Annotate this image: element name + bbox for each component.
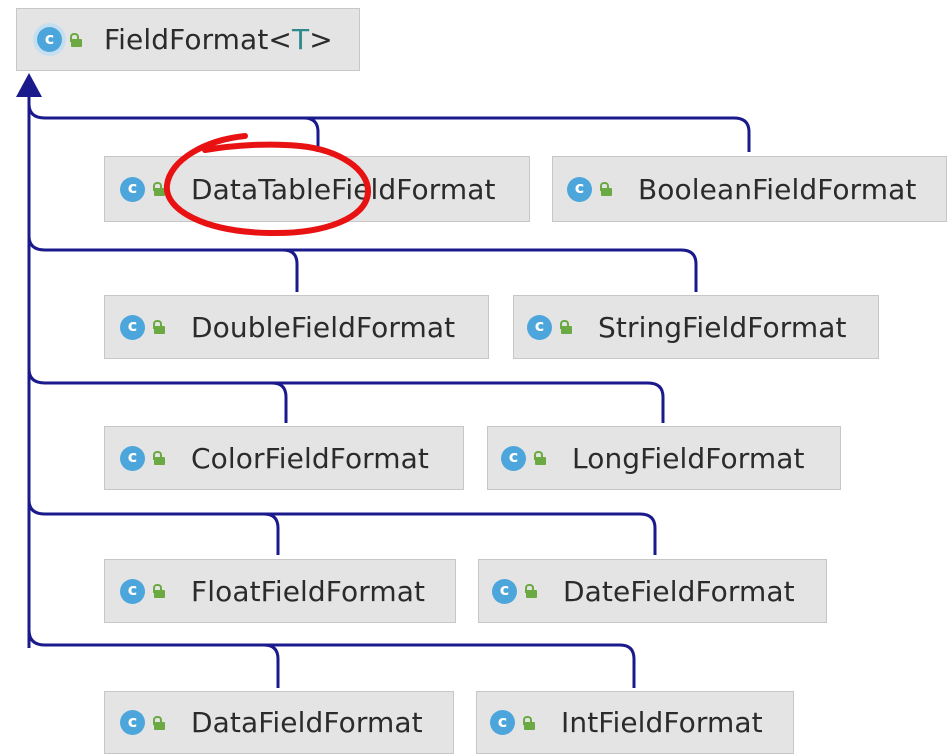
class-label: LongFieldFormat [572,441,805,475]
public-lock-icon [534,451,546,465]
class-node-floatfieldformat[interactable]: FloatFieldFormat [104,559,456,623]
class-label: DataFieldFormat [191,706,423,739]
public-lock-icon [153,715,165,730]
class-icon [501,445,526,471]
class-label: IntFieldFormat [561,706,763,739]
class-node-colorfieldformat[interactable]: ColorFieldFormat [104,426,464,490]
edge-int [262,643,636,688]
class-icon [120,710,145,735]
class-label: FloatFieldFormat [191,574,426,608]
class-hierarchy-diagram: FieldFormat<T> DataTableFieldFormat Bool… [0,0,951,754]
edge-long [270,381,665,423]
edge-data [27,629,280,688]
public-lock-icon [153,584,165,598]
class-label: ColorFieldFormat [191,441,430,475]
class-icon [120,176,145,202]
generalization-arrowhead [16,73,42,97]
public-lock-icon [523,715,535,730]
class-icon [120,445,145,471]
class-label: BooleanFieldFormat [638,172,917,206]
root-class-label: FieldFormat<T> [104,23,333,56]
class-node-longfieldformat[interactable]: LongFieldFormat [487,426,841,490]
edge-datatable [27,103,320,152]
class-icon [120,314,145,340]
class-node-doublefieldformat[interactable]: DoubleFieldFormat [104,295,489,359]
public-lock-icon [600,182,612,196]
class-node-intfieldformat[interactable]: IntFieldFormat [476,691,794,754]
edge-boolean [300,116,751,152]
class-label: DoubleFieldFormat [191,310,456,344]
class-node-datefieldformat[interactable]: DateFieldFormat [478,559,827,623]
edge-date [262,512,657,555]
public-lock-icon [70,32,82,47]
class-node-datafieldformat[interactable]: DataFieldFormat [104,691,454,754]
class-icon [492,578,517,604]
public-lock-icon [153,182,165,196]
class-icon [527,314,552,340]
class-label: DateFieldFormat [563,574,795,608]
class-label: DataTableFieldFormat [191,172,496,206]
edge-string [280,248,698,292]
public-lock-icon [525,584,537,598]
class-icon [490,710,515,735]
edge-float [27,499,280,555]
class-node-stringfieldformat[interactable]: StringFieldFormat [513,295,879,359]
edge-color [27,368,288,423]
class-label: StringFieldFormat [598,310,847,344]
root-class-node[interactable]: FieldFormat<T> [16,8,360,71]
class-node-datatablefieldformat[interactable]: DataTableFieldFormat [104,156,530,222]
public-lock-icon [153,320,165,334]
inheritance-edges [16,73,751,688]
class-node-booleanfieldformat[interactable]: BooleanFieldFormat [552,156,947,222]
edge-double [27,235,299,292]
class-icon [120,578,145,604]
public-lock-icon [153,451,165,465]
public-lock-icon [560,320,572,334]
class-icon [567,176,592,202]
class-icon [37,27,62,52]
